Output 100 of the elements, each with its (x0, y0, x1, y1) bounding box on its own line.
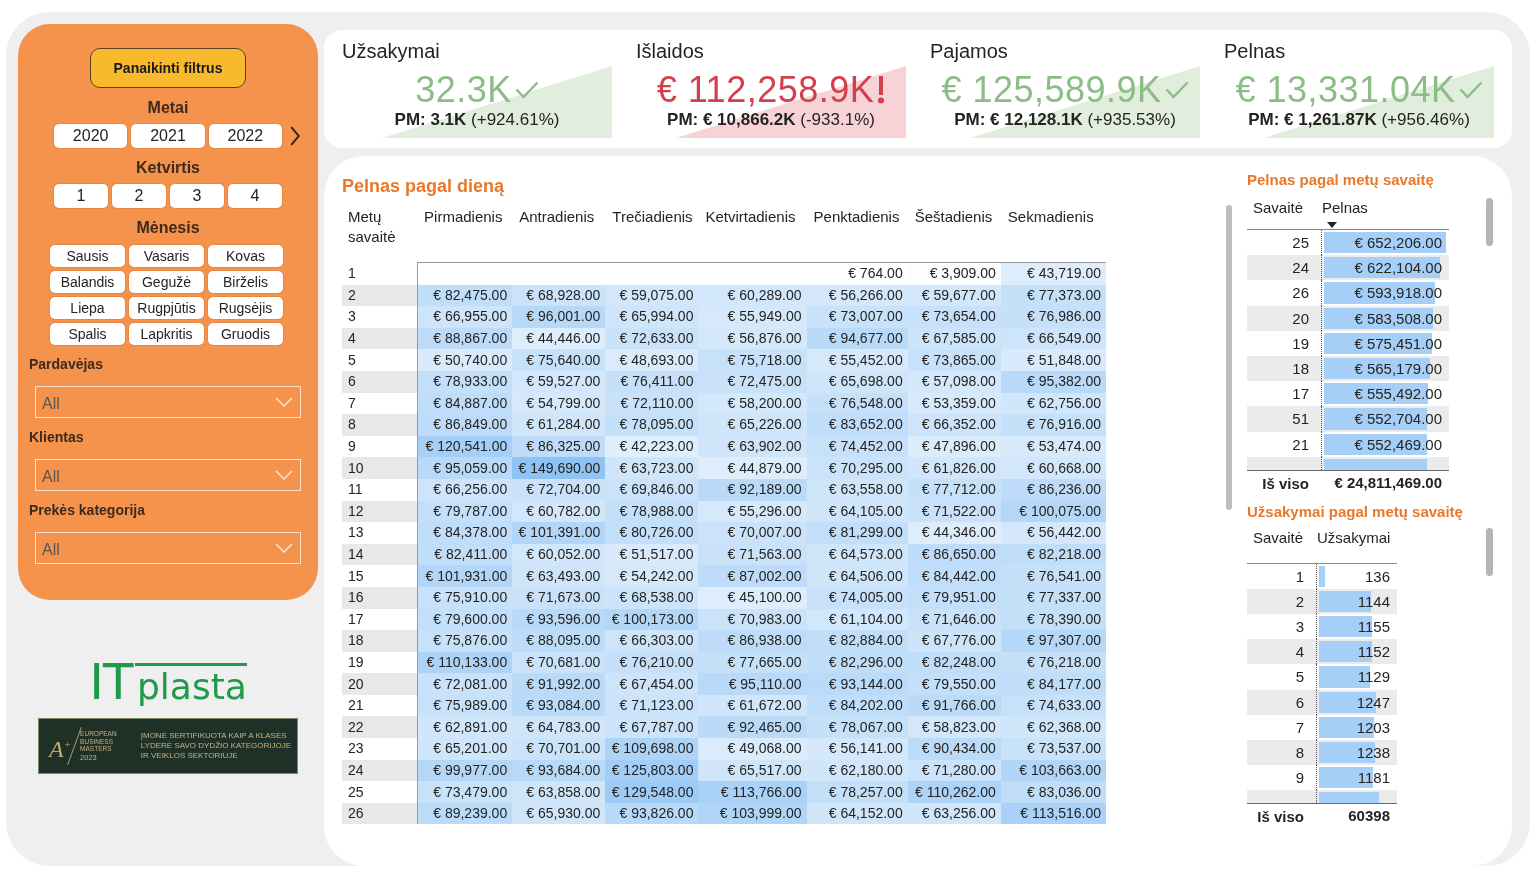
heatmap-cell: € 75,718.00 (698, 349, 807, 371)
heatmap-cell: € 110,262.00 (907, 781, 1001, 803)
heatmap-cell: € 78,257.00 (806, 781, 908, 803)
table-cell-text: 26 (1291, 283, 1310, 304)
column-header[interactable]: Pelnas (1321, 198, 1449, 229)
heatmap-cell: € 55,296.00 (698, 500, 807, 523)
table-cell: 1247 (1356, 693, 1390, 711)
table-cell-text: 3 (1294, 617, 1305, 638)
heatmap-cell: € 73,479.00 (417, 781, 513, 803)
column-header[interactable]: Savaitė (1247, 527, 1316, 563)
heatmap-cell: € 71,673.00 (512, 586, 606, 609)
slicer-option[interactable]: Birželis (208, 271, 283, 293)
slicer-option[interactable]: Gegužė (129, 271, 204, 293)
heatmap-cell: € 61,672.00 (698, 694, 807, 717)
slicer-option[interactable]: Kovas (208, 245, 283, 267)
heatmap-cell: € 101,931.00 (417, 565, 513, 587)
total-label: Iš viso (1261, 473, 1310, 494)
slicer-option[interactable]: Spalis (50, 323, 125, 345)
heatmap-cell: € 65,994.00 (605, 306, 699, 328)
kpi-title: Pelnas (1224, 39, 1287, 64)
column-header[interactable]: Penktadienis (806, 205, 908, 263)
table-cell-text: 5 (1294, 667, 1305, 688)
column-header[interactable]: Trečiadienis (605, 205, 699, 263)
heatmap-cell: € 69,846.00 (605, 478, 699, 501)
table-cell-text: 25 (1291, 233, 1310, 253)
table-cell: 1152 (1357, 643, 1390, 661)
table-cell: 5 (342, 349, 418, 371)
heatmap-cell: € 60,052.00 (512, 543, 606, 566)
column-header[interactable]: Savaitė (1247, 198, 1321, 229)
kpi-value: 32.3K (415, 70, 512, 110)
column-header[interactable]: Užsakymai (1316, 527, 1397, 563)
slicer-option[interactable]: 2 (112, 184, 166, 208)
heatmap-cell: € 76,916.00 (1000, 414, 1106, 436)
heatmap-cell: € 70,295.00 (806, 457, 908, 479)
column-header[interactable]: Pirmadienis (417, 205, 513, 263)
column-header[interactable]: Metų savaitė (342, 205, 418, 263)
slicer-option[interactable]: Rugpjūtis (129, 297, 204, 319)
slicer-option[interactable]: 2021 (131, 124, 205, 148)
logo-letters: IT (89, 652, 133, 712)
kpi-value: € 13,331.04K (1235, 70, 1456, 110)
heatmap-cell: € 48,693.00 (605, 349, 699, 371)
heatmap-cell: € 72,081.00 (417, 673, 513, 695)
heatmap-cell: € 78,095.00 (605, 414, 699, 436)
table-cell: 3 (342, 306, 418, 328)
table-cell: € 593,918.00 (1354, 284, 1442, 302)
kpi-title: Užsakymai (342, 39, 441, 64)
table-cell-text: 1 (1294, 566, 1305, 587)
slicer-option[interactable]: 1 (54, 184, 108, 208)
slicer-option[interactable]: Rugsėjis (208, 297, 283, 319)
heatmap-cell: € 64,783.00 (512, 716, 606, 739)
total-label: Iš viso (1256, 807, 1305, 828)
table-cell: 23 (342, 738, 418, 760)
chevron-right-icon[interactable] (290, 126, 300, 146)
slicer-option[interactable]: Gruodis (208, 323, 283, 345)
slicer-option[interactable]: 2020 (54, 124, 128, 148)
table-cell: 22 (342, 716, 418, 739)
chevron-down-icon (275, 470, 293, 480)
slicer-title: Metai (146, 98, 190, 118)
column-header[interactable]: Šeštadienis (907, 205, 1001, 263)
award-text: ĮMONĖ SERTIFIKUOTA KAIP A KLASĖS LYDERĖ SAVO DYDŽIO KATEGORIJOJE IR VEIKLOS SEKTORIUJE (140, 731, 291, 761)
table-cell-text: 17 (1291, 384, 1310, 405)
kpi-comparison: PM: € 10,866.2K (-933.1%) (667, 110, 875, 130)
scrollbar-thumb[interactable] (1486, 527, 1493, 576)
slicer-option[interactable]: 3 (170, 184, 224, 208)
heatmap-cell: € 79,550.00 (907, 673, 1001, 695)
column-header[interactable]: Sekmadienis (1000, 205, 1106, 263)
scrollbar-thumb[interactable] (1486, 198, 1493, 246)
heatmap-cell: € 66,352.00 (907, 414, 1001, 436)
slicer-option[interactable]: Sausis (50, 245, 125, 267)
table-cell: € 565,179.00 (1354, 359, 1442, 377)
table-cell-text: 2 (1294, 591, 1305, 612)
slicer-option[interactable]: Vasaris (129, 245, 204, 267)
sort-descending-icon[interactable] (1327, 222, 1337, 228)
table-cell: 1203 (1356, 718, 1390, 736)
slicer-option[interactable]: Lapkritis (129, 323, 204, 345)
clear-filters-button[interactable]: Panaikinti filtrus (90, 48, 246, 88)
table-cell: 6 (342, 370, 418, 393)
filter-label: Klientas (29, 428, 85, 446)
heatmap-cell: € 61,284.00 (512, 414, 606, 436)
scrollbar-thumb[interactable] (1226, 205, 1232, 510)
heatmap-cell: € 65,517.00 (698, 759, 807, 782)
kpi-value: € 125,589.9K (941, 70, 1162, 110)
slicer-option[interactable]: Liepa (50, 297, 125, 319)
table-cell: 10 (342, 457, 418, 479)
heatmap-cell: € 149,690.00 (512, 457, 606, 479)
column-header[interactable]: Ketvirtadienis (698, 205, 807, 263)
slicer-option[interactable]: Balandis (50, 271, 125, 293)
heatmap-cell: € 75,640.00 (512, 349, 606, 371)
award-letter: A$^{+}$ (49, 734, 72, 762)
heatmap-cell: € 63,723.00 (605, 457, 699, 479)
heatmap-cell: € 84,442.00 (907, 565, 1001, 587)
slicer-option[interactable]: 4 (228, 184, 282, 208)
table-cell-text: 20 (1291, 308, 1310, 329)
heatmap-cell: € 93,144.00 (806, 673, 908, 695)
slicer-option[interactable]: 2022 (208, 124, 282, 148)
heatmap-cell: € 71,123.00 (605, 694, 699, 717)
heatmap-cell: € 764.00 (806, 262, 908, 285)
column-header[interactable]: Antradienis (512, 205, 606, 263)
heatmap-cell: € 95,059.00 (417, 457, 513, 479)
kpi-comparison: PM: € 1,261.87K (+956.46%) (1248, 110, 1470, 130)
